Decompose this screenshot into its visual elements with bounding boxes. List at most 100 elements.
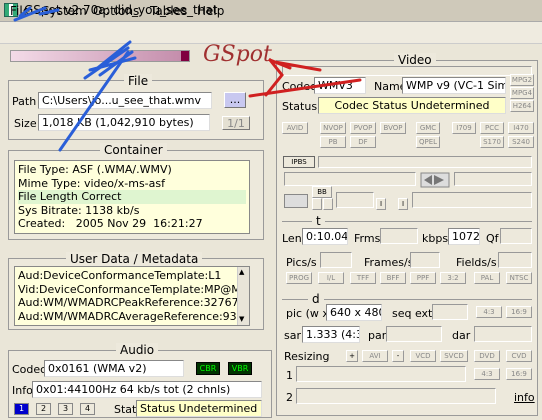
flag-avid: AVID (282, 122, 308, 134)
flag-df: DF (350, 136, 376, 148)
menu-system[interactable]: System (42, 4, 87, 18)
container-line: File Length Correct (18, 190, 246, 204)
resize-plus-button[interactable]: + (346, 350, 358, 362)
menu-options[interactable]: Options (93, 4, 139, 18)
gop-field (336, 192, 374, 208)
b-marker-1 (312, 198, 322, 210)
browse-button[interactable]: ... (224, 92, 246, 108)
resize-row-1-field (296, 366, 466, 382)
kbps-field: 1072 (448, 228, 480, 245)
pic-field: 640 x 480 (326, 304, 382, 321)
video-status-field: Codec Status Undetermined (318, 97, 506, 114)
menu-help[interactable]: Help (197, 4, 224, 18)
metadata-list[interactable]: Aud:DeviceConformanceTemplate:L1 Vid:Dev… (14, 266, 250, 326)
flag-32: 3:2 (440, 272, 466, 284)
flag-pal: PAL (474, 272, 500, 284)
h264-flag: H264 (510, 100, 534, 112)
par-field (386, 326, 442, 342)
seq-ext-field (432, 304, 468, 320)
bb-indicator: BB (312, 186, 332, 198)
resize-svcd-button[interactable]: SVCD (440, 350, 468, 362)
scroll-down-icon[interactable]: ▼ (239, 315, 244, 323)
fields-field (498, 252, 532, 268)
bitrate-graph (284, 172, 416, 186)
audio-codec-label: Codec (12, 363, 47, 376)
dar-field (474, 326, 532, 342)
audio-tab-2[interactable]: 2 (36, 403, 51, 415)
resize-vcd-button[interactable]: VCD (410, 350, 436, 362)
frms-label: Frms (354, 232, 381, 245)
progress-strip (10, 50, 190, 62)
metadata-line: Aud:WM/WMADRCPeakReference:32767 (18, 296, 239, 309)
info-link[interactable]: info (514, 391, 535, 404)
play-arrow-icon[interactable] (420, 172, 450, 188)
kbps-label: kbps (422, 232, 449, 245)
resize-dvd-button[interactable]: DVD (474, 350, 500, 362)
wave-icon (284, 194, 308, 208)
flag-nvop: NVOP (320, 122, 346, 134)
flag-s170: S170 (480, 136, 504, 148)
video-header-strip (282, 66, 532, 76)
resize-cvd-button[interactable]: CVD (506, 350, 532, 362)
container-line: File Type: ASF (.WMA/.WMV) (18, 163, 172, 176)
qf-field (500, 228, 532, 244)
strip-end (181, 51, 189, 61)
size-label: Size (14, 117, 37, 130)
pics-label: Pics/s (286, 256, 317, 269)
page-indicator[interactable]: 1/1 (222, 116, 250, 130)
video-name-field: WMP v9 (VC-1 Simpl (402, 77, 506, 94)
seq-ext-label: seq ext (392, 307, 433, 320)
container-line: Mime Type: video/x-ms-asf (18, 176, 165, 190)
resize-avi-button[interactable]: AVI (362, 350, 388, 362)
audio-info-field: 0x01:44100Hz 64 kb/s tot (2 chnls) (32, 381, 262, 398)
path-field[interactable]: C:\Users\jo...u_see_that.wmv (38, 92, 212, 109)
menu-tables[interactable]: Tables (150, 4, 187, 18)
vbr-badge: VBR (228, 362, 252, 375)
audio-stat-label: Stat (114, 403, 137, 416)
flag-pvop: PVOP (350, 122, 376, 134)
mpg2-flag: MPG2 (510, 74, 534, 86)
i-marker-1: I (376, 198, 386, 210)
pics-field (320, 252, 352, 268)
flag-i709: I709 (452, 122, 476, 134)
scroll-up-icon[interactable]: ▲ (239, 268, 244, 276)
t-label: t (312, 214, 325, 228)
container-line: Created: 2005 Nov 29 16:21:27 (18, 217, 203, 230)
flag-il: I/L (318, 272, 344, 284)
metadata-title: User Data / Metadata (66, 252, 203, 266)
file-panel-title: File (124, 74, 153, 88)
audio-tab-1[interactable]: 1 (14, 403, 29, 415)
video-title: Video (394, 53, 436, 67)
flag-gmc: GMC (416, 122, 440, 134)
flag-i470: I470 (508, 122, 534, 134)
flag-tff: TFF (350, 272, 376, 284)
resize-row-1-label: 1 (286, 369, 293, 382)
resize-row-2-field (296, 388, 496, 404)
row1-169-flag: 16:9 (506, 368, 532, 380)
audio-info-label: Info (12, 384, 33, 397)
frame-type-strip (318, 156, 532, 168)
frms-field (380, 228, 418, 244)
menu-file[interactable]: File (10, 4, 30, 18)
size-field: 1,018 KB (1,042,910 bytes) (38, 114, 210, 131)
audio-tab-4[interactable]: 4 (80, 403, 95, 415)
bitrate-graph-right (454, 172, 532, 186)
flag-pb: PB (320, 136, 346, 148)
i-marker-2: I (398, 198, 408, 210)
flag-pcc: PCC (480, 122, 504, 134)
resize-minus-button[interactable]: - (392, 350, 404, 362)
gspot-logo: GSpot (203, 42, 272, 67)
fields-label: Fields/s (456, 256, 497, 269)
video-codec-label: Codec (282, 80, 317, 93)
dar-label: dar (452, 329, 471, 342)
seq-43-flag: 4:3 (476, 306, 502, 318)
flag-s240: S240 (508, 136, 534, 148)
flag-ntsc: NTSC (506, 272, 532, 284)
audio-tab-3[interactable]: 3 (58, 403, 73, 415)
resizing-label: Resizing (284, 350, 330, 363)
container-title: Container (100, 143, 167, 157)
audio-stat-field: Status Undetermined (136, 400, 262, 417)
len-field: 0:10.040 (302, 228, 348, 245)
container-line: Sys Bitrate: 1138 kb/s (18, 203, 140, 217)
sar-label: sar (284, 329, 301, 342)
